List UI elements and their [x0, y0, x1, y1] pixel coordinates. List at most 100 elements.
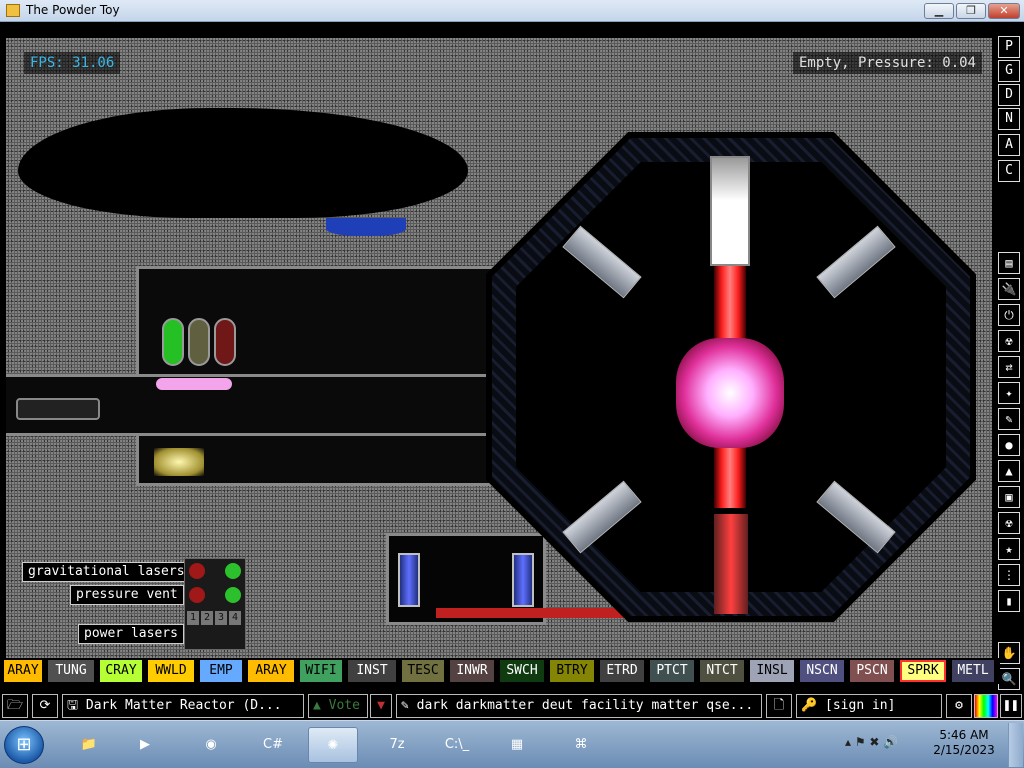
powered-menu-icon[interactable]: ⏻ [998, 304, 1020, 326]
save-name-button[interactable]: 🖫 Dark Matter Reactor (D... [62, 694, 304, 718]
walls-menu-icon[interactable]: ▤ [998, 252, 1020, 274]
sign-in-label: [sign in] [825, 698, 896, 713]
close-button[interactable]: ✕ [988, 3, 1020, 19]
reload-icon[interactable]: ⟳ [32, 694, 58, 718]
element-metl[interactable]: METL [952, 660, 994, 682]
element-cray[interactable]: CRAY [100, 660, 142, 682]
cave-cavity [18, 108, 468, 218]
control-panel: 1 2 3 4 [184, 558, 246, 650]
element-wwld[interactable]: WWLD [148, 660, 194, 682]
grav-laser-on-button[interactable] [225, 563, 241, 579]
element-inst[interactable]: INST [348, 660, 396, 682]
element-aray[interactable]: ARAY [248, 660, 294, 682]
element-swch[interactable]: SWCH [500, 660, 544, 682]
reactor-core [676, 338, 784, 448]
save-name-label: Dark Matter Reactor (D... [85, 698, 282, 713]
simulation-canvas[interactable]: gravitational lasers pressure vent power… [6, 38, 992, 670]
menu-clear-button[interactable]: C [998, 160, 1020, 182]
vote-down-icon[interactable]: ▼ [370, 694, 392, 718]
vent-off-button[interactable] [189, 587, 205, 603]
tank-red [214, 318, 236, 366]
menu-ambient-button[interactable]: A [998, 134, 1020, 156]
window-title: The Powder Toy [26, 3, 120, 17]
power-laser-switch-2[interactable]: 2 [201, 611, 213, 625]
renderer-icon[interactable] [974, 694, 998, 718]
explosives-menu-icon[interactable]: ✦ [998, 382, 1020, 404]
menu-newtonian-button[interactable]: N [998, 108, 1020, 130]
element-tesc[interactable]: TESC [402, 660, 444, 682]
solids-menu-icon[interactable]: ▣ [998, 486, 1020, 508]
pause-icon[interactable]: ❚❚ [1000, 694, 1022, 718]
system-tray[interactable]: ▴ ⚑ ✖ 🔊 [845, 735, 898, 749]
element-inwr[interactable]: INWR [450, 660, 494, 682]
taskbar-network-icon[interactable]: ⌘ [556, 727, 606, 763]
menu-debug-button[interactable]: D [998, 84, 1020, 106]
powders-menu-icon[interactable]: ▲ [998, 460, 1020, 482]
start-button[interactable]: ⊞ [4, 726, 44, 764]
clock-date: 2/15/2023 [933, 743, 995, 757]
maximize-button[interactable]: ❐ [956, 3, 986, 19]
open-icon[interactable]: 🗁 [2, 694, 28, 718]
power-laser-switch-1[interactable]: 1 [187, 611, 199, 625]
user-icon: 🔑 [801, 698, 818, 713]
taskbar-chrome-icon[interactable]: ◉ [186, 727, 236, 763]
taskbar-clock[interactable]: 5:46 AM 2/15/2023 [930, 728, 998, 758]
show-desktop-button[interactable] [1008, 723, 1023, 767]
element-ntct[interactable]: NTCT [700, 660, 744, 682]
favorites-menu-icon[interactable]: ✋ [998, 642, 1020, 664]
sign-pressure-vent[interactable]: pressure vent [70, 585, 184, 605]
clock-time: 5:46 AM [939, 728, 989, 742]
minimize-button[interactable]: ▁ [924, 3, 954, 19]
sensors-menu-icon[interactable]: ☢ [998, 330, 1020, 352]
element-etrd[interactable]: ETRD [600, 660, 644, 682]
bottom-bar: 🗁 ⟳ 🖫 Dark Matter Reactor (D... ▲ Vote ▼… [0, 692, 1024, 720]
tags-button[interactable]: ✎ dark darkmatter deut facility matter q… [396, 694, 762, 718]
element-sprk[interactable]: SPRK [900, 660, 946, 682]
power-laser-switch-4[interactable]: 4 [229, 611, 241, 625]
menu-gravity-button[interactable]: G [998, 60, 1020, 82]
menu-property-button[interactable]: P [998, 36, 1020, 58]
search-icon[interactable]: 🔍 [998, 668, 1020, 690]
settings-icon[interactable]: ⚙ [946, 694, 972, 718]
tank-green [162, 318, 184, 366]
taskbar-powdertoy-icon[interactable]: ✺ [308, 727, 358, 763]
element-pscn[interactable]: PSCN [850, 660, 894, 682]
radioactive-menu-icon[interactable]: ☢ [998, 512, 1020, 534]
top-laser-emitter [710, 156, 750, 266]
electronics-menu-icon[interactable]: 🔌 [998, 278, 1020, 300]
taskbar-csharp-icon[interactable]: C# [248, 727, 298, 763]
taskbar-7zip-icon[interactable]: 7z [372, 727, 422, 763]
vent-on-button[interactable] [225, 587, 241, 603]
special-menu-icon[interactable]: ★ [998, 538, 1020, 560]
grav-laser-off-button[interactable] [189, 563, 205, 579]
vote-up-button[interactable]: ▲ Vote [308, 694, 368, 718]
save-icon: 🖫 [67, 698, 79, 713]
taskbar-devices-icon[interactable]: ▦ [492, 727, 542, 763]
element-btry[interactable]: BTRY [550, 660, 594, 682]
element-tung[interactable]: TUNG [48, 660, 94, 682]
new-simulation-icon[interactable]: 🗋 [766, 694, 792, 718]
taskbar-media-icon[interactable]: ▶ [120, 727, 170, 763]
element-nscn[interactable]: NSCN [800, 660, 844, 682]
power-laser-switch-3[interactable]: 3 [215, 611, 227, 625]
element-ptct[interactable]: PTCT [650, 660, 694, 682]
tank-olive [188, 318, 210, 366]
element-insl[interactable]: INSL [750, 660, 794, 682]
sign-in-button[interactable]: 🔑 [sign in] [796, 694, 942, 718]
powder-toy-app-icon [6, 4, 20, 17]
taskbar-cmd-icon[interactable]: C:\_ [432, 727, 482, 763]
gases-menu-icon[interactable]: ✎ [998, 408, 1020, 430]
liquids-menu-icon[interactable]: ● [998, 434, 1020, 456]
force-menu-icon[interactable]: ⇄ [998, 356, 1020, 378]
element-aray[interactable]: ARAY [4, 660, 42, 682]
life-menu-icon[interactable]: ⋮ [998, 564, 1020, 586]
element-emp[interactable]: EMP [200, 660, 242, 682]
taskbar-explorer-icon[interactable]: 📁 [64, 727, 114, 763]
tools-menu-icon[interactable]: ▮ [998, 590, 1020, 612]
bottom-laser-emitter [714, 514, 748, 614]
game-area: gravitational lasers pressure vent power… [0, 22, 1024, 692]
element-wifi[interactable]: WIFI [300, 660, 342, 682]
vote-up-icon: ▲ [313, 698, 321, 713]
sign-gravitational-lasers[interactable]: gravitational lasers [22, 562, 191, 582]
sign-power-lasers[interactable]: power lasers [78, 624, 184, 644]
